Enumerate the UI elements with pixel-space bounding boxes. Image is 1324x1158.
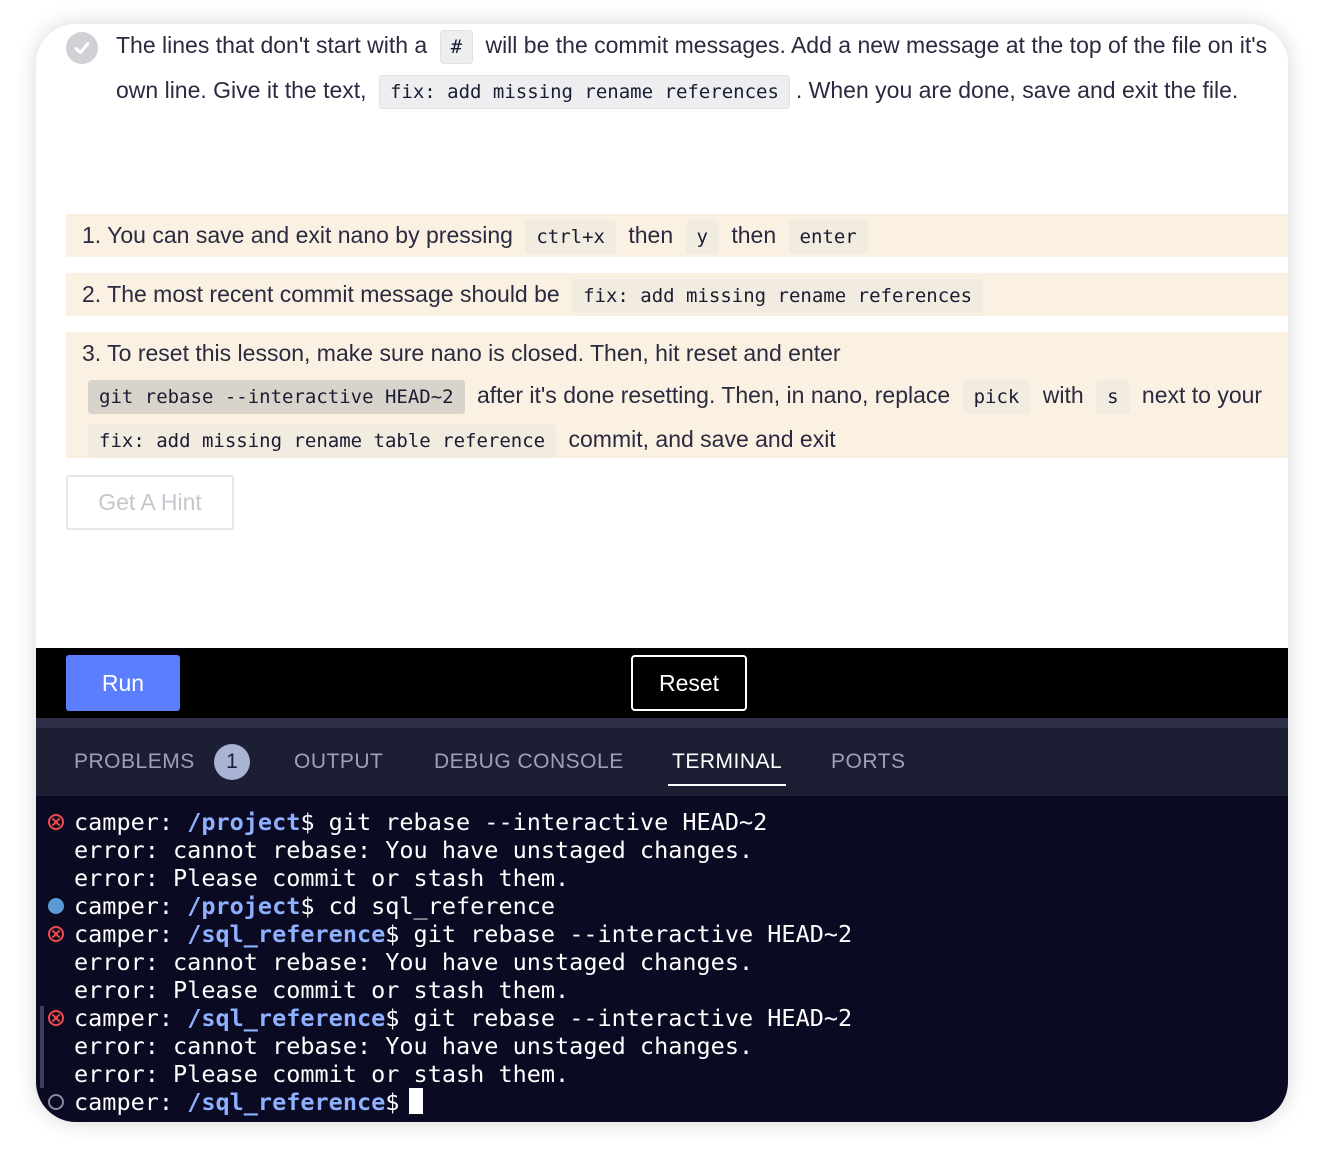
app-window: The lines that don't start with a # will… [36, 24, 1288, 1122]
tab-problems[interactable]: PROBLEMS [74, 728, 195, 786]
prompt-user: camper: [74, 1088, 188, 1116]
prompt-command: $ git rebase --interactive HEAD~2 [300, 808, 768, 836]
hint-3-text-1: 3. To reset this lesson, make sure nano … [82, 340, 841, 366]
step-text-1: The lines that don't start with a [116, 32, 428, 58]
hint-2-code: fix: add missing rename references [572, 279, 984, 313]
hint-1-then: then [628, 222, 674, 248]
prompt-path: /sql_reference [187, 1088, 386, 1116]
problems-count-badge: 1 [214, 744, 250, 780]
prompt-path: /project [187, 808, 301, 836]
tab-output[interactable]: OUTPUT [294, 728, 383, 786]
step-text-3: . When you are done, save and exit the f… [795, 77, 1239, 103]
prompt-user: camper: [74, 808, 188, 836]
terminal-line: camper: /project$ cd sql_reference [74, 892, 555, 920]
hint-3-text-5: commit, and save and exit [568, 426, 836, 452]
terminal[interactable]: camper: /project$ git rebase --interacti… [36, 796, 1288, 1122]
hint-2: 2. The most recent commit message should… [66, 273, 1288, 316]
tab-ports[interactable]: PORTS [831, 728, 905, 786]
hint-3-text-3: with [1042, 382, 1084, 408]
code-commit-message: fix: add missing rename references [378, 75, 790, 109]
terminal-line: error: cannot rebase: You have unstaged … [74, 1032, 754, 1060]
get-hint-button[interactable]: Get A Hint [66, 475, 234, 530]
hint-3-code-commit: fix: add missing rename table reference [88, 424, 557, 458]
terminal-line: error: Please commit or stash them. [74, 1060, 570, 1088]
terminal-line: error: Please commit or stash them. [74, 864, 570, 892]
terminal-line: camper: /sql_reference$ git rebase --int… [74, 920, 852, 948]
error-status-icon [48, 1010, 64, 1026]
terminal-line: error: Please commit or stash them. [74, 976, 570, 1004]
hint-3-code-s: s [1096, 380, 1130, 414]
prompt-command: $ git rebase --interactive HEAD~2 [385, 1004, 853, 1032]
prompt-user: camper: [74, 892, 188, 920]
hint-3-text-2: after it's done resetting. Then, in nano… [477, 382, 951, 408]
hint-1-code-ctrlx: ctrl+x [525, 220, 616, 254]
terminal-line: camper: /project$ git rebase --interacti… [74, 808, 767, 836]
prompt-command: $ cd sql_reference [300, 892, 556, 920]
error-status-icon [48, 814, 64, 830]
action-bar: Run Reset [36, 648, 1288, 718]
hint-1-text: 1. You can save and exit nano by pressin… [82, 222, 513, 248]
hint-3-code-pick: pick [962, 380, 1031, 414]
code-hash: # [439, 30, 474, 64]
hint-1-code-enter: enter [788, 220, 868, 254]
hint-2-text: 2. The most recent commit message should… [82, 281, 560, 307]
prompt-path: /sql_reference [187, 1004, 386, 1032]
terminal-line: error: cannot rebase: You have unstaged … [74, 836, 754, 864]
panel-tab-bar: PROBLEMS 1 OUTPUT DEBUG CONSOLE TERMINAL… [36, 728, 1288, 796]
idle-status-icon [48, 1094, 64, 1110]
prompt-path: /sql_reference [187, 920, 386, 948]
prompt-path: /project [187, 892, 301, 920]
prompt-command: $ [385, 1088, 400, 1116]
tab-debug-console[interactable]: DEBUG CONSOLE [434, 728, 624, 786]
terminal-line: camper: /sql_reference$ git rebase --int… [74, 1004, 852, 1032]
hint-1-then-2: then [731, 222, 777, 248]
reset-button[interactable]: Reset [631, 655, 747, 711]
terminal-line: error: cannot rebase: You have unstaged … [74, 948, 754, 976]
terminal-scroll-indicator [40, 1006, 44, 1088]
instructions-panel: The lines that don't start with a # will… [36, 24, 1288, 648]
hint-3-text-4: next to your [1141, 382, 1263, 408]
panel-resize-handle[interactable] [36, 718, 1288, 728]
hint-1-code-y: y [685, 220, 719, 254]
run-button[interactable]: Run [66, 655, 180, 711]
hint-3-code-rebase: git rebase --interactive HEAD~2 [88, 380, 465, 414]
check-icon [66, 32, 98, 64]
prompt-user: camper: [74, 1004, 188, 1032]
error-status-icon [48, 926, 64, 942]
hint-3: 3. To reset this lesson, make sure nano … [66, 332, 1288, 458]
prompt-user: camper: [74, 920, 188, 948]
step-description: The lines that don't start with a # will… [116, 24, 1288, 114]
terminal-cursor [409, 1088, 424, 1114]
prompt-command: $ git rebase --interactive HEAD~2 [385, 920, 853, 948]
hint-1: 1. You can save and exit nano by pressin… [66, 214, 1288, 257]
terminal-line: camper: /sql_reference$ [74, 1088, 424, 1116]
success-status-icon [48, 898, 64, 914]
tab-terminal[interactable]: TERMINAL [668, 728, 787, 786]
